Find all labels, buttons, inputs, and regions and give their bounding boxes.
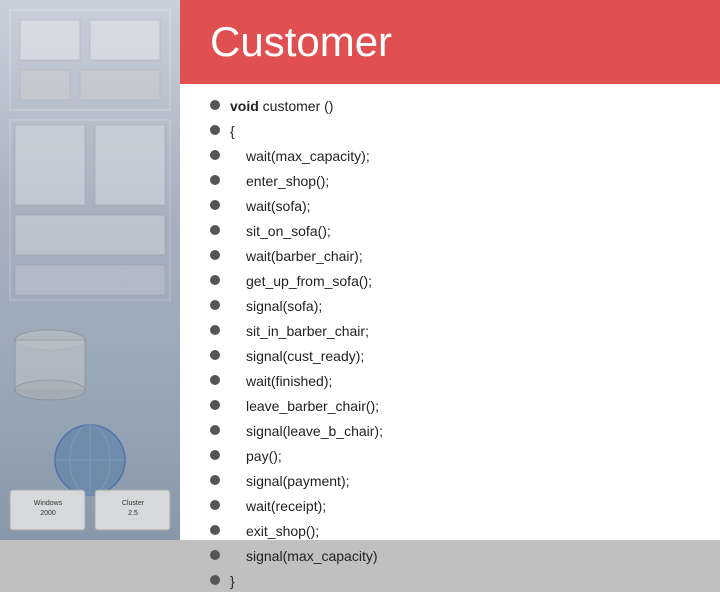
bullet-icon [210,550,220,560]
code-item: signal(sofa); [210,296,700,317]
code-item: wait(max_capacity); [210,146,700,167]
bullet-icon [210,425,220,435]
code-item: exit_shop(); [210,521,700,542]
code-text: pay(); [230,446,282,467]
code-item: void customer () [210,96,700,117]
code-list: void customer () { wait(max_capacity);ente… [180,96,720,592]
code-text: } [230,571,235,592]
svg-text:2.5: 2.5 [128,510,138,517]
code-item: wait(finished); [210,371,700,392]
code-item: wait(barber_chair); [210,246,700,267]
code-item: sit_in_barber_chair; [210,321,700,342]
bullet-icon [210,325,220,335]
code-item: sit_on_sofa(); [210,221,700,242]
code-text: wait(finished); [230,371,332,392]
bullet-icon [210,400,220,410]
bullet-icon [210,575,220,585]
code-text: signal(max_capacity) [230,546,378,567]
bullet-icon [210,525,220,535]
code-item: get_up_from_sofa(); [210,271,700,292]
code-item: } [210,571,700,592]
bullet-icon [210,175,220,185]
bullet-icon [210,125,220,135]
bullet-icon [210,250,220,260]
bullet-icon [210,500,220,510]
code-text: { [230,121,235,142]
code-item: signal(cust_ready); [210,346,700,367]
blueprint-decoration: Windows 2000 Cluster 2.5 [0,0,180,540]
code-text: signal(leave_b_chair); [230,421,383,442]
svg-text:Cluster: Cluster [122,500,145,507]
code-item: leave_barber_chair(); [210,396,700,417]
bullet-icon [210,350,220,360]
bullet-icon [210,300,220,310]
bullet-icon [210,275,220,285]
svg-text:Windows: Windows [34,500,63,507]
bullet-icon [210,150,220,160]
header-bar: Customer [180,0,720,84]
code-item: { [210,121,700,142]
code-text: wait(receipt); [230,496,326,517]
left-panel-bg: Windows 2000 Cluster 2.5 [0,0,180,540]
code-item: wait(sofa); [210,196,700,217]
code-item: enter_shop(); [210,171,700,192]
bullet-icon [210,450,220,460]
page-title: Customer [210,18,392,65]
code-item: signal(max_capacity) [210,546,700,567]
code-text: signal(cust_ready); [230,346,364,367]
main-content: Customer void customer () { wait(max_capac… [180,0,720,540]
code-item: pay(); [210,446,700,467]
code-text: wait(sofa); [230,196,311,217]
bullet-icon [210,200,220,210]
bullet-icon [210,475,220,485]
bullet-icon [210,225,220,235]
bullet-icon [210,100,220,110]
code-text: get_up_from_sofa(); [230,271,372,292]
code-text: sit_on_sofa(); [230,221,331,242]
code-item: signal(leave_b_chair); [210,421,700,442]
code-item: signal(payment); [210,471,700,492]
code-text: void customer () [230,96,333,117]
code-text: exit_shop(); [230,521,319,542]
code-text: leave_barber_chair(); [230,396,379,417]
bullet-icon [210,375,220,385]
svg-text:2000: 2000 [40,510,56,517]
code-text: wait(barber_chair); [230,246,363,267]
code-item: wait(receipt); [210,496,700,517]
code-text: sit_in_barber_chair; [230,321,369,342]
code-text: enter_shop(); [230,171,329,192]
code-text: signal(sofa); [230,296,322,317]
code-text: signal(payment); [230,471,350,492]
left-panel: Windows 2000 Cluster 2.5 [0,0,180,540]
code-text: wait(max_capacity); [230,146,370,167]
